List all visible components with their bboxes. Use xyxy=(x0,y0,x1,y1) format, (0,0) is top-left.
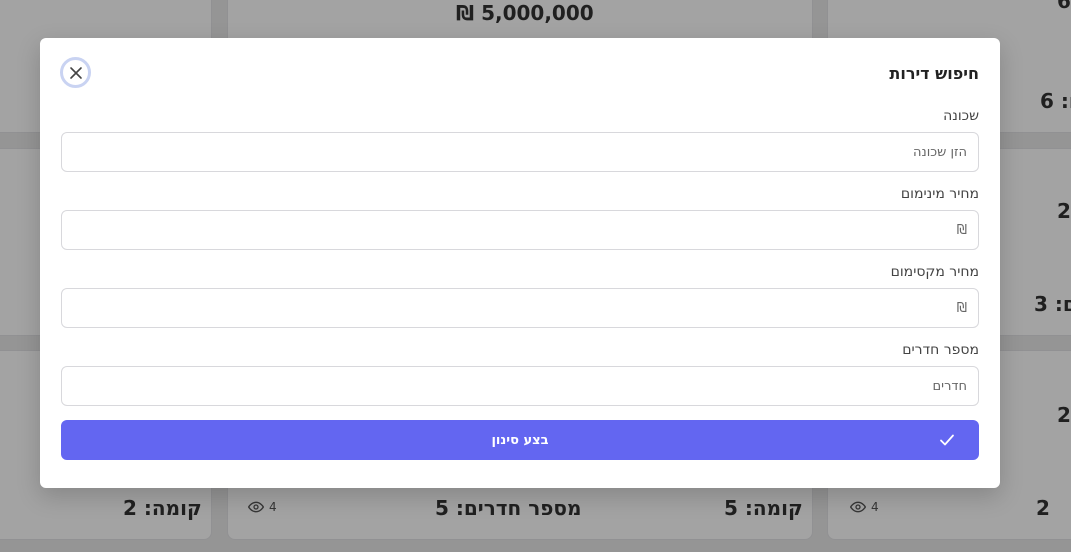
min-price-input[interactable] xyxy=(61,210,979,250)
apply-filter-button[interactable]: בצע סינון xyxy=(61,420,979,460)
neighborhood-input[interactable] xyxy=(61,132,979,172)
max-price-input[interactable] xyxy=(61,288,979,328)
close-icon xyxy=(69,66,82,79)
search-apartments-modal: חיפוש דירות שכונה מחיר מינימום מחיר מקסי… xyxy=(40,38,1000,488)
min-price-label: מחיר מינימום xyxy=(900,186,979,202)
rooms-input[interactable] xyxy=(61,366,979,406)
rooms-label: מספר חדרים xyxy=(902,342,979,358)
apply-filter-label: בצע סינון xyxy=(491,432,549,448)
modal-title: חיפוש דירות xyxy=(889,64,979,83)
check-icon xyxy=(940,434,954,446)
close-button[interactable] xyxy=(60,57,91,88)
max-price-label: מחיר מקסימום xyxy=(890,264,979,280)
neighborhood-label: שכונה xyxy=(943,108,979,124)
